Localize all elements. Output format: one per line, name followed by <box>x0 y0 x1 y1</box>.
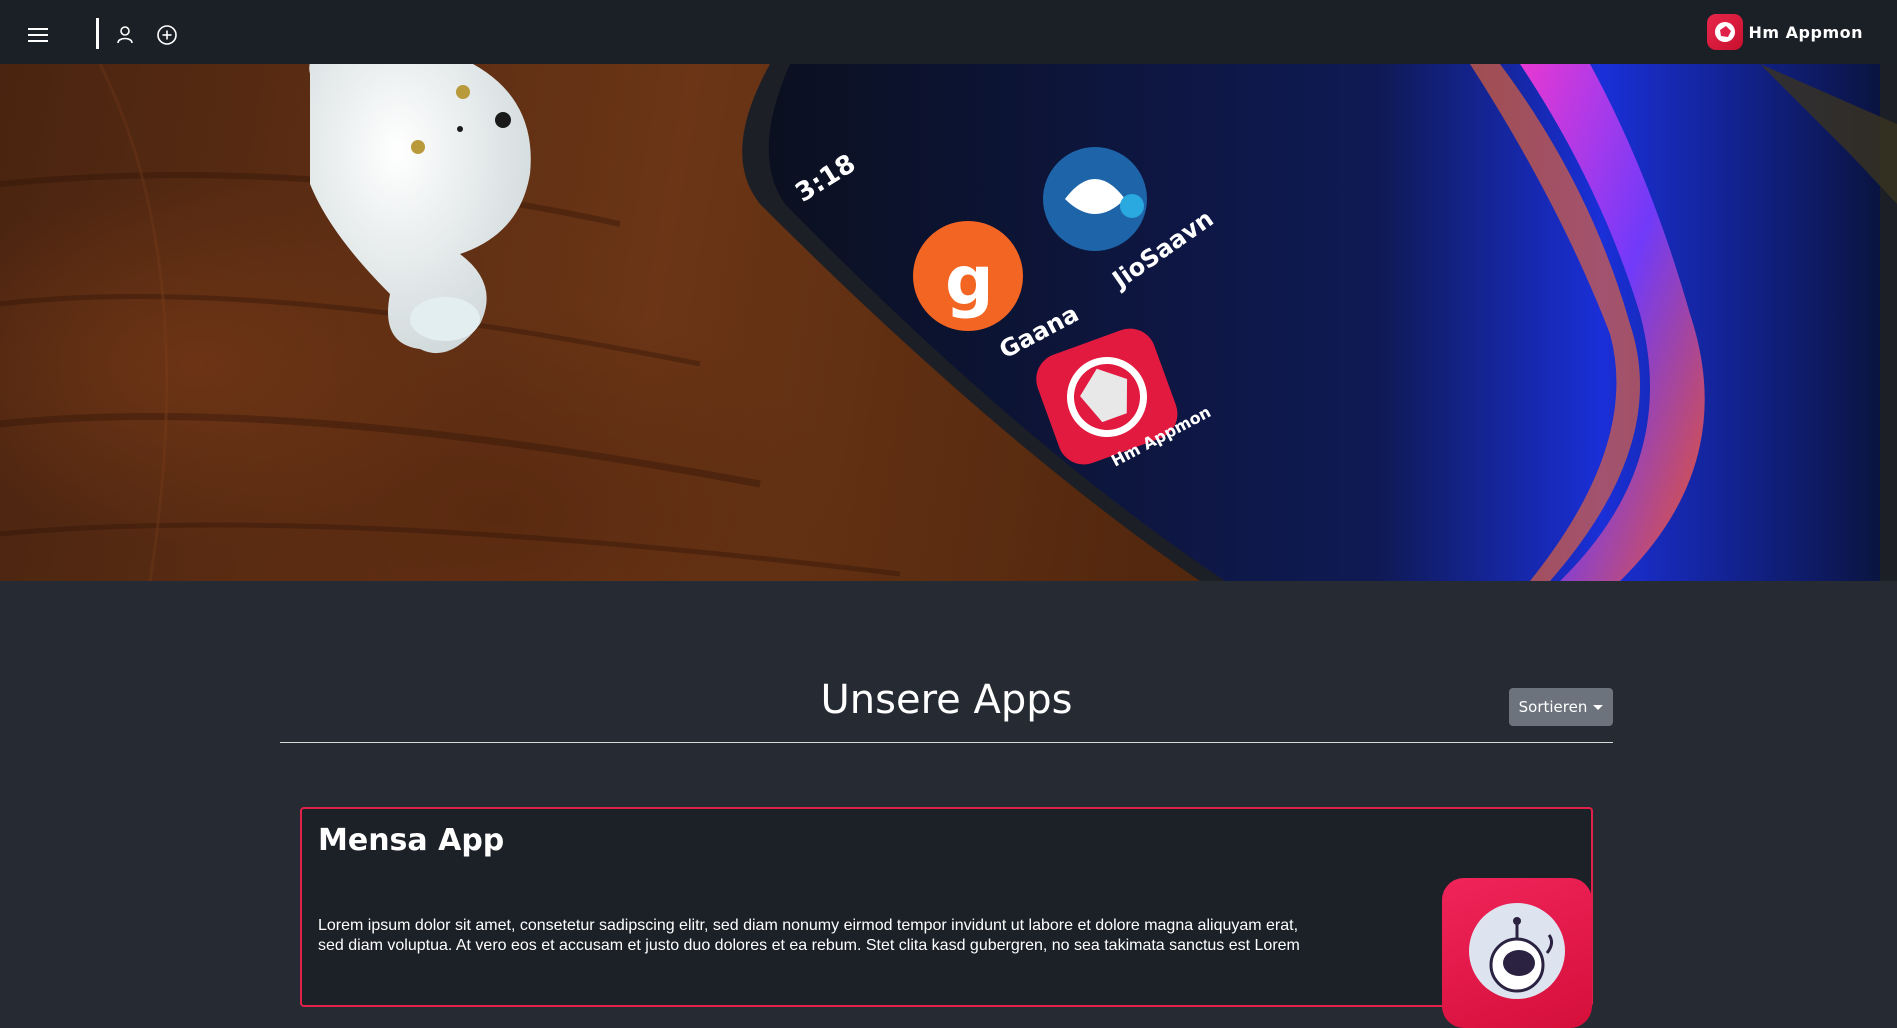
navbar-divider <box>96 18 99 49</box>
brand-link[interactable]: Hm Appmon <box>1706 14 1863 50</box>
menu-icon <box>28 28 48 42</box>
section-title: Unsere Apps <box>820 677 1073 723</box>
app-card-logo <box>1442 878 1592 1028</box>
section-divider <box>280 742 1613 743</box>
main-content: Unsere Apps Sortieren Mensa App Lorem ip… <box>280 581 1613 1028</box>
app-card-title: Mensa App <box>318 823 505 858</box>
hero-banner: 3:18 JioSaavn g Gaana Hm Appmon <box>0 64 1897 581</box>
phone-image <box>742 64 1897 581</box>
app-card[interactable]: Mensa App Lorem ipsum dolor sit amet, co… <box>300 807 1593 1028</box>
user-icon <box>117 26 133 44</box>
add-app-button[interactable] <box>154 20 180 50</box>
jiosaavn-app-icon <box>1043 147 1147 251</box>
sort-label: Sortieren <box>1518 698 1588 716</box>
appmon-logo-icon <box>1706 14 1743 50</box>
gaana-glyph: g <box>945 242 994 321</box>
gaana-app-icon: g <box>913 221 1023 331</box>
add-circle-icon <box>157 25 177 45</box>
top-navbar: Hm Appmon <box>0 0 1897 64</box>
menu-button[interactable] <box>22 18 56 52</box>
hero-image: 3:18 JioSaavn g Gaana Hm Appmon <box>0 64 1897 581</box>
app-card-description: Lorem ipsum dolor sit amet, consetetur s… <box>318 917 1300 954</box>
sort-dropdown-button[interactable]: Sortieren <box>1509 688 1613 726</box>
brand-name: Hm Appmon <box>1748 22 1863 42</box>
astronaut-icon <box>1469 903 1565 999</box>
user-button[interactable] <box>112 18 138 52</box>
caret-down-icon <box>1593 704 1604 710</box>
